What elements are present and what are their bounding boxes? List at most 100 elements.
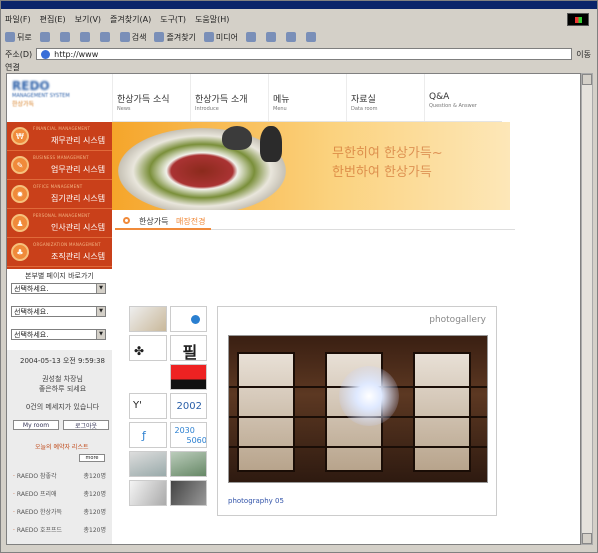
greeting-line-1: 권성철 차장님 (42, 375, 83, 383)
refresh-button[interactable] (79, 32, 92, 42)
photo-caption[interactable]: photography 05 (228, 497, 284, 505)
reservation-row[interactable]: RAEDO 호프프드 총120명 (13, 525, 112, 534)
reservation-more-button[interactable]: more (79, 454, 105, 462)
chevron-down-icon: ▼ (96, 284, 105, 293)
go-label: 이동 (576, 49, 591, 59)
forward-button[interactable] (39, 32, 52, 42)
print-button[interactable] (286, 32, 298, 42)
thumbnail[interactable] (169, 451, 207, 477)
address-bar: 주소(D) http://www 이동 (5, 47, 591, 61)
thumb-2030-label: 2030 (174, 426, 195, 435)
nav-qna[interactable]: Q&A Question & Answer (424, 74, 502, 121)
more-label: more (85, 455, 99, 461)
thumbnail[interactable] (129, 451, 167, 477)
section-title-sub: 매장전경 (176, 217, 206, 226)
nav-dataroom[interactable]: 자료실 Data room (346, 74, 424, 121)
thumb-5060-label: 5060 (186, 436, 207, 445)
menu-file[interactable]: 파일(F) (5, 14, 31, 25)
sys-office-label: 집기관리 시스템 (51, 194, 106, 203)
search-label: 검색 (131, 32, 147, 42)
gallery-photo[interactable] (228, 335, 488, 483)
vertical-scrollbar[interactable] (581, 73, 593, 545)
home-button[interactable] (99, 32, 112, 42)
menu-help[interactable]: 도움말(H) (195, 14, 229, 25)
reservation-row[interactable]: RAEDO 한상가득 총120명 (13, 507, 112, 516)
menu-favorites[interactable]: 즐겨찾기(A) (110, 14, 151, 25)
thumbnail[interactable]: 필 (169, 335, 207, 361)
sys-personal[interactable]: ♟ PERSONAL MANAGEMENT 인사관리 시스템 (7, 209, 112, 238)
address-url: http://www (54, 49, 99, 59)
section-title: 한상가득 매장전경 (115, 214, 515, 230)
figure-icon: Y' (133, 400, 142, 411)
nav-qna-label: Q&A (429, 92, 450, 102)
nav-news-label: 한상가득 소식 (117, 95, 170, 105)
thumbnail[interactable]: 2002 (169, 393, 207, 419)
thumbnail[interactable] (169, 306, 207, 332)
chevron-down-icon: ▼ (96, 307, 105, 316)
thumbnail[interactable] (169, 364, 207, 390)
system-menu: ₩ FINANCIAL MANAGEMENT 재무관리 시스템 ✎ BUSINESS … (7, 122, 112, 269)
reservation-name: RAEDO 호프프드 (13, 525, 62, 534)
logout-button[interactable]: 로그아웃 (63, 420, 109, 430)
address-input[interactable]: http://www (36, 48, 573, 60)
media-button[interactable]: 미디어 (203, 32, 239, 43)
thumbnail[interactable]: Y' (129, 393, 167, 419)
bowl-image (222, 126, 252, 150)
nav-news[interactable]: 한상가득 소식 News (112, 74, 190, 121)
scroll-up-button[interactable] (582, 74, 592, 85)
back-button[interactable]: 뒤로 (5, 32, 32, 43)
thumbnail[interactable] (129, 480, 167, 506)
logout-label: 로그아웃 (74, 422, 98, 430)
organization-icon: ♣ (11, 243, 29, 261)
menu-edit[interactable]: 편집(E) (40, 14, 66, 25)
toolbar: 뒤로 검색 즐겨찾기 미디어 (5, 29, 591, 45)
clover-icon: ✤ (134, 344, 145, 358)
banner-text: 무한히여 한상가득~ 한번하여 한상가득 (332, 144, 443, 182)
reservation-row[interactable]: RAEDO 참좋각 총120명 (13, 471, 112, 480)
nav-menu[interactable]: 메뉴 Menu (268, 74, 346, 121)
thumb-2002-label: 2002 (176, 401, 202, 412)
mail-button[interactable] (266, 32, 278, 42)
thumbnail[interactable]: ƒ (129, 422, 167, 448)
thumbnail[interactable]: 2030 5060 (169, 422, 207, 448)
edit-button[interactable] (306, 32, 318, 42)
banner-line-2: 한번하여 한상가득 (332, 165, 432, 180)
thumbnail[interactable] (169, 480, 207, 506)
go-button[interactable]: 이동 (576, 49, 591, 60)
history-button[interactable] (246, 32, 258, 42)
links-label[interactable]: 연결 (5, 63, 20, 72)
quick-select-1[interactable]: 선택하세요. ▼ (11, 283, 106, 294)
window-frame (237, 352, 295, 472)
site-logo[interactable]: REDO MANAGEMENT SYSTEM 한상가득 (12, 79, 112, 119)
reservation-row[interactable]: RAEDO 프리애 총120명 (13, 489, 112, 498)
nav-introduce[interactable]: 한상가득 소개 Introduce (190, 74, 268, 121)
stop-icon (59, 32, 70, 42)
back-label: 뒤로 (17, 32, 32, 42)
sys-business[interactable]: ✎ BUSINESS MANAGEMENT 업무관리 시스템 (7, 151, 112, 180)
thumbnail[interactable]: ✤ (129, 335, 167, 361)
menu-view[interactable]: 보기(V) (75, 14, 101, 25)
thumbnail[interactable] (129, 364, 167, 390)
sys-organization[interactable]: ♣ ORGANIZATION MANAGEMENT 조직관리 시스템 (7, 238, 112, 267)
myroom-button[interactable]: My room (13, 420, 59, 430)
media-label: 미디어 (215, 32, 239, 42)
media-icon (203, 32, 214, 42)
quick-select-3[interactable]: 선택하세요. ▼ (11, 329, 106, 340)
sys-personal-en: PERSONAL MANAGEMENT (33, 213, 91, 218)
stop-button[interactable] (59, 32, 72, 42)
search-button[interactable]: 검색 (119, 32, 147, 43)
user-buttons: My room 로그아웃 (13, 420, 112, 430)
sys-financial-en: FINANCIAL MANAGEMENT (33, 126, 91, 131)
quick-select-2[interactable]: 선택하세요. ▼ (11, 306, 106, 317)
message-count[interactable]: 0건의 메세지가 있습니다 (13, 402, 112, 412)
favorites-button[interactable]: 즐겨찾기 (154, 32, 196, 43)
sys-financial[interactable]: ₩ FINANCIAL MANAGEMENT 재무관리 시스템 (7, 122, 112, 151)
sys-office[interactable]: ✹ OFFICE MANAGEMENT 집기관리 시스템 (7, 180, 112, 209)
personal-icon: ♟ (11, 214, 29, 232)
thumbnail[interactable] (129, 306, 167, 332)
sys-financial-label: 재무관리 시스템 (51, 136, 106, 145)
global-nav: 한상가득 소식 News 한상가득 소개 Introduce 메뉴 Menu 자료실 D… (112, 74, 502, 122)
scroll-down-button[interactable] (582, 533, 592, 544)
sys-personal-label: 인사관리 시스템 (51, 223, 106, 232)
menu-tools[interactable]: 도구(T) (160, 14, 186, 25)
